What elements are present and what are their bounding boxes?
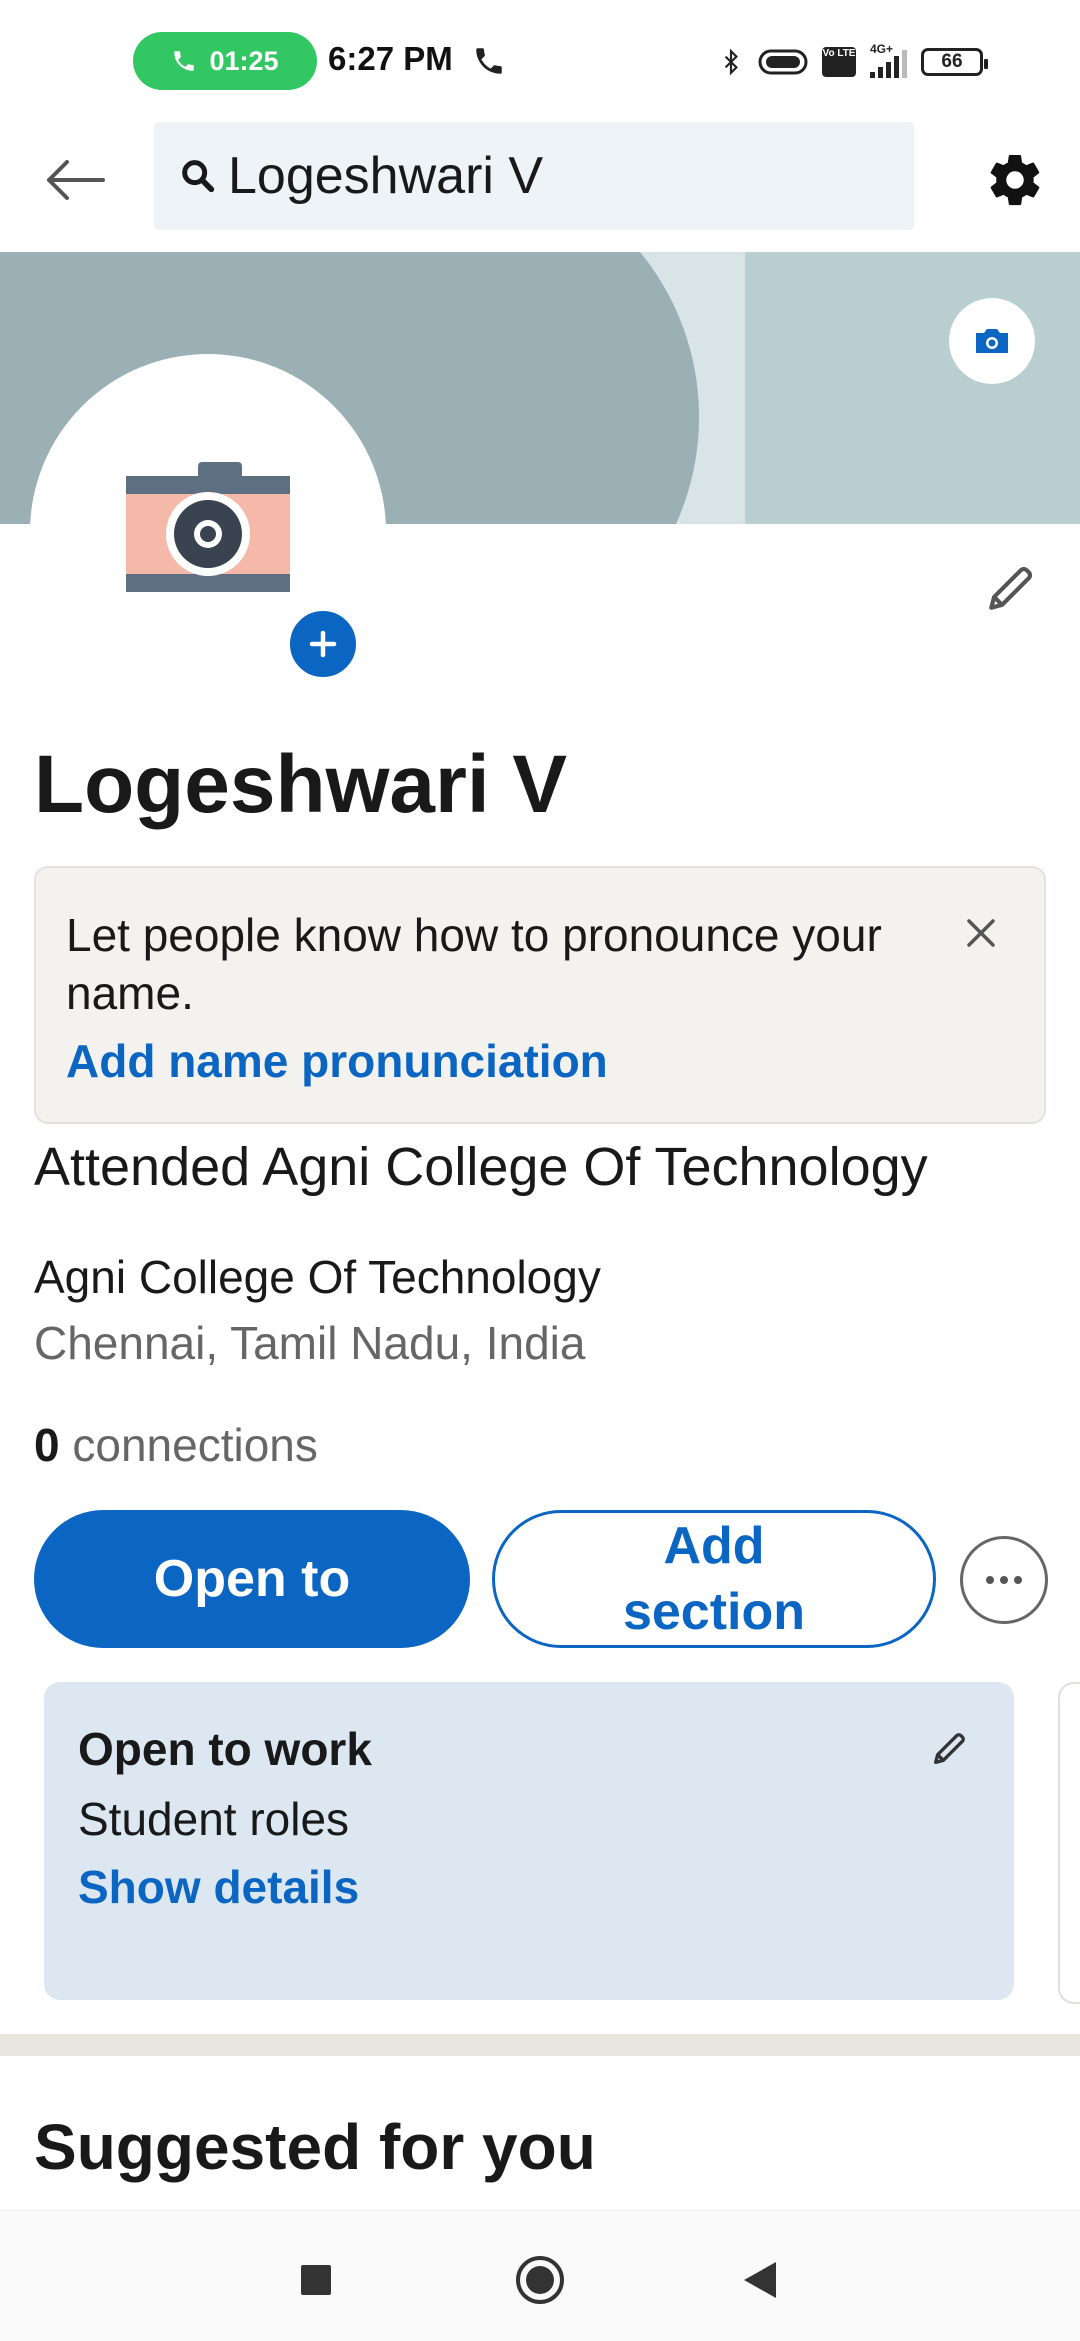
plus-icon: [309, 630, 337, 658]
square-icon: [301, 2265, 331, 2295]
profile-headline: Attended Agni College Of Technology: [34, 1137, 928, 1197]
edit-open-to-work-button[interactable]: [926, 1726, 972, 1772]
recents-button[interactable]: [276, 2240, 356, 2320]
dismiss-pronunciation-button[interactable]: [954, 906, 1008, 960]
system-back-button[interactable]: [720, 2240, 800, 2320]
profile-location: Chennai, Tamil Nadu, India: [34, 1317, 586, 1369]
more-horizontal-icon: [986, 1576, 1022, 1584]
show-details-link[interactable]: Show details: [78, 1860, 359, 1914]
home-circle-icon: [516, 2256, 564, 2304]
back-arrow-icon: [47, 160, 105, 200]
add-section-button[interactable]: Add section: [492, 1510, 936, 1648]
connections-count[interactable]: 0 connections: [34, 1418, 318, 1472]
signal-icon: 4G+: [870, 42, 907, 78]
phone-icon: [174, 51, 195, 71]
open-to-work-title: Open to work: [78, 1723, 372, 1775]
more-actions-button[interactable]: [960, 1536, 1048, 1624]
home-button[interactable]: [500, 2240, 580, 2320]
camera-icon: [976, 329, 1008, 353]
clock: 6:27 PM: [328, 40, 453, 77]
back-button[interactable]: [30, 140, 120, 220]
next-card-peek[interactable]: [1058, 1682, 1080, 2004]
search-bar[interactable]: Logeshwari V: [154, 122, 914, 230]
settings-button[interactable]: [975, 140, 1055, 220]
add-photo-button[interactable]: [286, 607, 360, 681]
suggested-heading: Suggested for you: [34, 2111, 596, 2183]
edit-banner-button[interactable]: [949, 298, 1035, 384]
status-icons: Vo LTE 4G+ 66: [718, 42, 988, 82]
camera-placeholder-icon: [126, 462, 290, 592]
profile-name: Logeshwari V: [34, 739, 568, 830]
pronunciation-prompt: Let people know how to pronounce your na…: [66, 909, 882, 1019]
volte-icon: Vo LTE: [822, 47, 856, 77]
battery-icon: 66: [921, 48, 988, 76]
edit-intro-button[interactable]: [980, 556, 1040, 622]
call-timer: 01:25: [209, 45, 279, 76]
section-divider: [0, 2034, 1080, 2056]
connections-number: 0: [34, 1419, 60, 1471]
ongoing-call-pill[interactable]: 01:25: [133, 32, 317, 90]
open-to-work-roles: Student roles: [78, 1793, 350, 1845]
phone-icon: [476, 48, 502, 74]
connections-label: connections: [59, 1419, 318, 1471]
add-section-label: Add section: [622, 1517, 806, 1641]
close-icon: [967, 919, 995, 947]
pencil-icon: [989, 566, 1033, 610]
add-pronunciation-link[interactable]: Add name pronunciation: [66, 1034, 608, 1088]
back-triangle-icon: [744, 2262, 776, 2298]
pencil-icon: [934, 1733, 965, 1764]
gear-icon: [990, 154, 1040, 206]
search-icon: [182, 160, 215, 193]
bluetooth-icon: [724, 48, 738, 76]
toggle-icon: [758, 49, 808, 75]
search-input[interactable]: Logeshwari V: [228, 146, 543, 206]
open-to-button[interactable]: Open to: [34, 1510, 470, 1648]
profile-school[interactable]: Agni College Of Technology: [34, 1250, 601, 1304]
